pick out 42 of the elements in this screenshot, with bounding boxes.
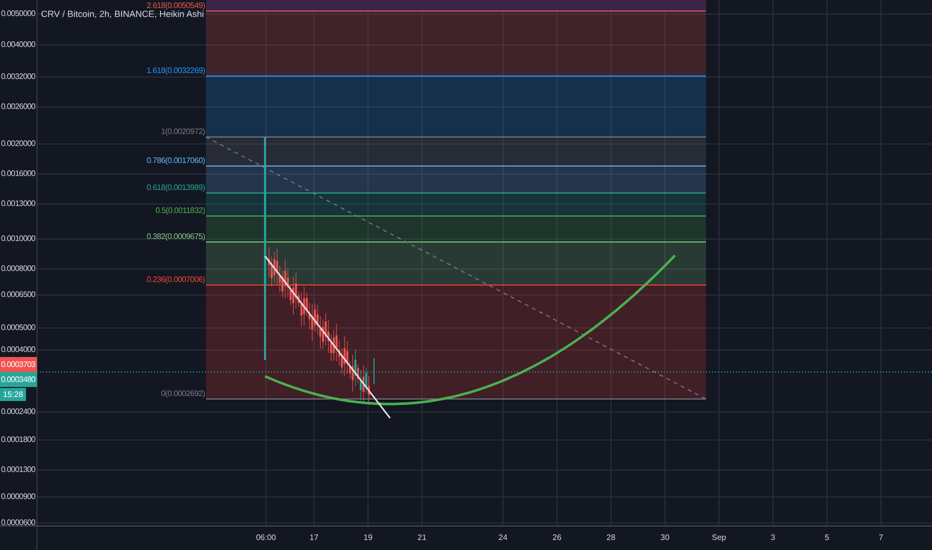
price-badge: 0.0003480	[0, 372, 37, 387]
fib-level-label: 0.786(0.0017060)	[146, 156, 205, 166]
fib-level-label: 0.382(0.0009675)	[146, 232, 205, 242]
time-axis-label: Sep	[710, 532, 728, 544]
price-axis-label: 0.0008000	[1, 264, 36, 274]
price-axis-label: 0.0013000	[1, 199, 36, 209]
price-axis-label: 0.0020000	[1, 139, 36, 149]
price-axis-label: 0.0002400	[1, 407, 36, 417]
price-axis-label: 0.0010000	[1, 234, 36, 244]
price-axis-label: 0.0050000	[1, 9, 36, 19]
time-axis-label: 28	[606, 532, 616, 544]
time-axis-label: 7	[878, 532, 884, 544]
countdown-badge: 15:28	[0, 388, 26, 401]
price-axis-label: 0.0026000	[1, 102, 36, 112]
price-axis-label: 0.0016000	[1, 169, 36, 179]
fib-level-label: 0.5(0.0011832)	[156, 206, 205, 216]
price-badge: 0.0003703	[0, 357, 37, 372]
price-axis-label: 0.0040000	[1, 40, 36, 50]
fib-level-label: 2.618(0.0050549)	[146, 1, 205, 10]
fib-level-label: 0(0.0002692)	[161, 389, 205, 399]
price-axis-label: 0.0032000	[1, 72, 36, 82]
time-axis-label: 17	[308, 532, 320, 544]
price-axis-label: 0.0006500	[1, 290, 36, 300]
price-axis-label: 0.0004000	[1, 345, 36, 355]
chart-title: CRV / Bitcoin, 2h, BINANCE, Heikin Ashi	[41, 9, 204, 21]
time-axis-label: 06:00	[254, 532, 278, 544]
price-axis-label: 0.0001300	[1, 465, 36, 475]
price-axis-label: 0.0000900	[1, 492, 36, 502]
fib-level-label: 1.618(0.0032269)	[146, 66, 205, 76]
time-axis-label: 26	[552, 532, 562, 544]
time-axis-label: 30	[660, 532, 670, 544]
price-axis-label: 0.0000600	[1, 518, 36, 528]
fib-level-label: 0.236(0.0007006)	[146, 275, 205, 285]
time-axis-label: 19	[362, 532, 374, 544]
time-axis-label: 21	[416, 532, 428, 544]
price-axis-label: 0.0001800	[1, 435, 36, 445]
time-axis-label: 24	[498, 532, 508, 544]
price-axis-label: 0.0005000	[1, 323, 36, 333]
fib-level-label: 0.618(0.0013989)	[146, 183, 205, 193]
fib-level-label: 1(0.0020972)	[161, 127, 205, 137]
time-axis-label: 5	[824, 532, 830, 544]
time-axis-label: 3	[770, 532, 776, 544]
